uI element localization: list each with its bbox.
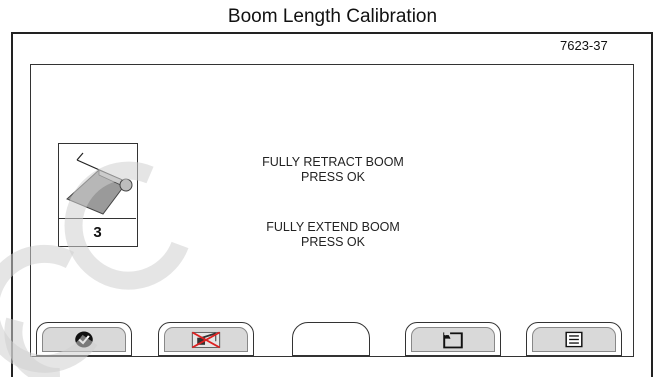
frame-left-border [11,32,13,377]
frame-right-border [651,32,653,377]
return-icon [443,331,463,349]
instruction-retract: FULLY RETRACT BOOM PRESS OK [183,155,483,185]
menu-button-face [532,327,616,352]
menu-button[interactable] [526,322,622,356]
figure-id: 7623-37 [560,38,608,53]
figure-caption: Boom Length Calibration [227,6,438,27]
calibration-step-indicator: 3 [58,143,138,247]
check-circle-icon [75,331,93,348]
blank-softkey[interactable] [292,322,370,356]
instruction-extend: FULLY EXTEND BOOM PRESS OK [183,220,483,250]
step-number: 3 [93,224,102,241]
ok-button[interactable] [36,322,132,356]
crane-disabled-button-face [164,327,248,352]
instruction-extend-line2: PRESS OK [301,235,365,249]
instruction-retract-line1: FULLY RETRACT BOOM [262,155,404,169]
instruction-extend-line1: FULLY EXTEND BOOM [266,220,400,234]
ok-button-face [42,327,126,352]
crane-disabled-button[interactable] [158,322,254,356]
frame-top-border [11,32,652,34]
menu-list-icon [565,331,583,348]
return-button[interactable] [405,322,501,356]
page: Boom Length Calibration 7623-37 3 FULLY … [0,0,665,377]
boom-length-icon [59,144,136,219]
instruction-retract-line2: PRESS OK [301,170,365,184]
crane-disabled-icon [191,331,221,349]
return-button-face [411,327,495,352]
